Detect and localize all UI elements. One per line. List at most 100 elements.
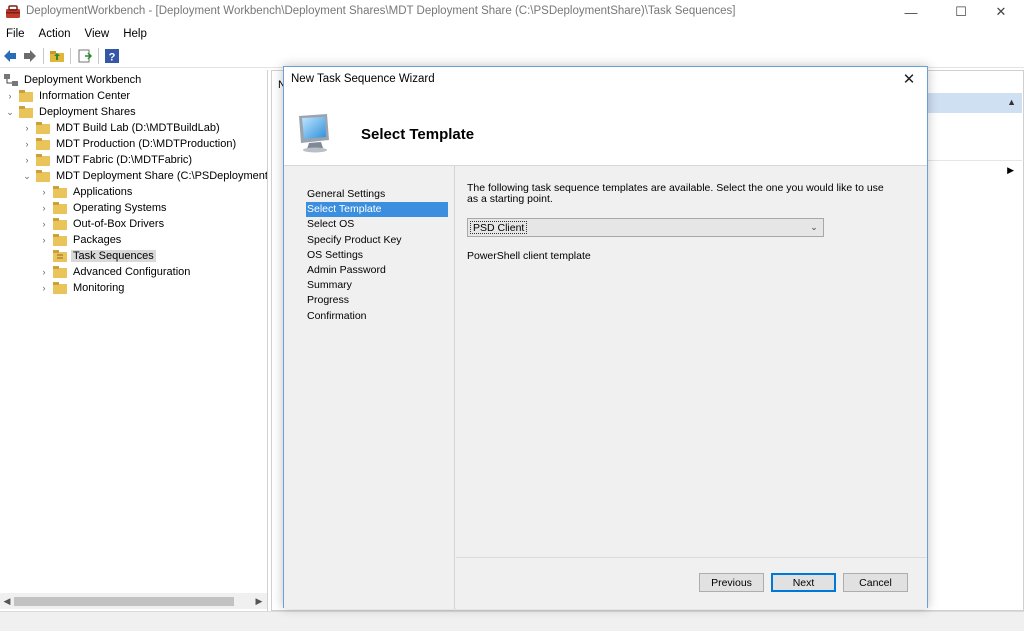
minimize-button[interactable]: — xyxy=(888,0,934,24)
tree-item-label: Applications xyxy=(73,186,133,198)
collapsed-chevron-icon[interactable]: › xyxy=(38,264,50,280)
wizard-header: Select Template xyxy=(284,97,927,163)
tree-item-monitoring[interactable]: › Monitoring xyxy=(38,280,126,296)
wizard-content: The following task sequence templates ar… xyxy=(456,166,927,556)
maximize-icon: ☐ xyxy=(955,4,967,19)
collapsed-chevron-icon[interactable]: › xyxy=(38,232,50,248)
wizard-step-progress: Progress xyxy=(307,294,350,307)
scroll-left-icon[interactable]: ◀ xyxy=(0,593,14,609)
tree-item-label: Out-of-Box Drivers xyxy=(73,218,165,230)
wizard-step-general-settings: General Settings xyxy=(307,188,386,200)
tree-item-out-of-box-drivers[interactable]: › Out-of-Box Drivers xyxy=(38,216,166,232)
tree-item-deployment-shares[interactable]: ⌄ Deployment Shares xyxy=(4,104,138,120)
tree-item-mdt-build-lab-d-mdtbuildlab[interactable]: › MDT Build Lab (D:\MDTBuildLab) xyxy=(21,120,222,136)
folder-up-icon xyxy=(50,51,64,62)
wizard-step-summary: Summary xyxy=(307,279,352,292)
tree-item-label: MDT Deployment Share (C:\PSDeploymentSh xyxy=(56,170,268,182)
tree-item-label: Operating Systems xyxy=(73,202,167,214)
collapsed-chevron-icon[interactable]: › xyxy=(38,280,50,296)
help-button[interactable]: ? xyxy=(103,47,121,65)
deployment-workbench-icon xyxy=(6,5,20,18)
previous-button[interactable]: Previous xyxy=(699,573,764,592)
tree-item-label: Task Sequences xyxy=(71,250,156,262)
folder-icon xyxy=(53,186,67,198)
tree-item-label: MDT Fabric (D:\MDTFabric) xyxy=(56,154,193,166)
toolbar-separator xyxy=(98,48,99,64)
computer-monitor-icon xyxy=(299,114,329,153)
svg-text:?: ? xyxy=(109,52,116,64)
tree-item-label: Advanced Configuration xyxy=(73,266,191,278)
menu-bar: File Action View Help xyxy=(0,24,1024,44)
template-select[interactable]: PSD Client ⌄ xyxy=(467,218,824,237)
forward-arrow-icon xyxy=(24,50,36,62)
close-icon: ✕ xyxy=(902,71,916,88)
folder-icon xyxy=(53,218,67,230)
collapsed-chevron-icon[interactable]: › xyxy=(21,120,33,136)
tree-item-mdt-fabric-d-mdtfabric[interactable]: › MDT Fabric (D:\MDTFabric) xyxy=(21,152,194,168)
toolbar-separator xyxy=(43,48,44,64)
tree-horizontal-scrollbar[interactable]: ◀ ▶ xyxy=(0,593,267,609)
collapse-up-icon[interactable]: ▲ xyxy=(1007,97,1016,107)
scroll-right-icon[interactable]: ▶ xyxy=(252,593,266,609)
next-button[interactable]: Next xyxy=(771,573,836,592)
workbench-tree-icon xyxy=(4,74,18,86)
expanded-chevron-icon[interactable]: ⌄ xyxy=(21,168,33,184)
tree-item-label: Information Center xyxy=(39,90,131,102)
collapsed-chevron-icon[interactable]: › xyxy=(21,136,33,152)
expanded-chevron-icon[interactable]: ⌄ xyxy=(4,104,16,120)
close-window-button[interactable]: ✕ xyxy=(978,0,1024,24)
folder-icon xyxy=(19,106,33,118)
tree-item-applications[interactable]: › Applications xyxy=(38,184,134,200)
collapsed-chevron-icon[interactable]: › xyxy=(38,200,50,216)
tree-item-advanced-configuration[interactable]: › Advanced Configuration xyxy=(38,264,192,280)
collapsed-chevron-icon[interactable]: › xyxy=(21,152,33,168)
tree-item-deployment-workbench[interactable]: Deployment Workbench xyxy=(3,72,143,88)
folder-icon xyxy=(36,170,50,182)
menu-file[interactable]: File xyxy=(6,28,25,40)
actions-pane-header: ▲ xyxy=(926,93,1022,113)
up-one-level-button[interactable] xyxy=(48,47,66,65)
folder-icon xyxy=(36,122,50,134)
tree-item-mdt-deployment-share-c-psdeploymentsh[interactable]: ⌄ MDT Deployment Share (C:\PSDeploymentSh xyxy=(21,168,268,184)
toolbar: ? xyxy=(0,44,1024,68)
template-select-value: PSD Client xyxy=(470,221,528,234)
export-list-icon xyxy=(78,49,93,63)
folder-icon xyxy=(53,282,67,294)
tree-item-packages[interactable]: › Packages xyxy=(38,232,123,248)
minimize-icon: — xyxy=(904,4,918,20)
navigation-tree: Deployment Workbench › Information Center ⌄… xyxy=(0,70,268,611)
menu-view[interactable]: View xyxy=(85,28,110,40)
actions-pane-item[interactable]: ▶ xyxy=(926,160,1022,180)
tree-item-label: Deployment Shares xyxy=(39,106,136,118)
tree-item-task-sequences[interactable]: Task Sequences xyxy=(38,248,156,264)
wizard-button-bar: Previous Next Cancel xyxy=(456,557,927,609)
tree-item-label: Packages xyxy=(73,234,122,246)
toolbar-separator xyxy=(70,48,71,64)
cancel-button[interactable]: Cancel xyxy=(843,573,908,592)
tree-item-mdt-production-d-mdtproduction[interactable]: › MDT Production (D:\MDTProduction) xyxy=(21,136,238,152)
collapsed-chevron-icon[interactable]: › xyxy=(38,216,50,232)
scrollbar-thumb[interactable] xyxy=(14,597,234,606)
chevron-down-icon[interactable]: ⌄ xyxy=(808,221,820,234)
forward-button[interactable] xyxy=(21,47,39,65)
wizard-body: General Settings Select Template Select OS… xyxy=(284,165,927,609)
window-title: DeploymentWorkbench - [Deployment Workbe… xyxy=(26,5,736,17)
export-list-button[interactable] xyxy=(76,47,94,65)
back-button[interactable] xyxy=(1,47,19,65)
folder-icon xyxy=(53,234,67,246)
folder-icon xyxy=(36,154,50,166)
menu-action[interactable]: Action xyxy=(39,28,71,40)
folder-icon xyxy=(53,266,67,278)
tree-item-label: MDT Production (D:\MDTProduction) xyxy=(56,138,237,150)
template-instructions: The following task sequence templates ar… xyxy=(467,182,884,205)
tree-item-information-center[interactable]: › Information Center xyxy=(4,88,132,104)
collapsed-chevron-icon[interactable]: › xyxy=(4,88,16,104)
tree-item-operating-systems[interactable]: › Operating Systems xyxy=(38,200,169,216)
collapsed-chevron-icon[interactable]: › xyxy=(38,184,50,200)
wizard-step-admin-password: Admin Password xyxy=(307,264,386,276)
menu-help[interactable]: Help xyxy=(123,28,147,40)
dialog-close-button[interactable]: ✕ xyxy=(899,69,919,89)
close-icon: ✕ xyxy=(995,4,1007,19)
wizard-page-title: Select Template xyxy=(361,126,475,143)
back-arrow-icon xyxy=(4,50,16,62)
